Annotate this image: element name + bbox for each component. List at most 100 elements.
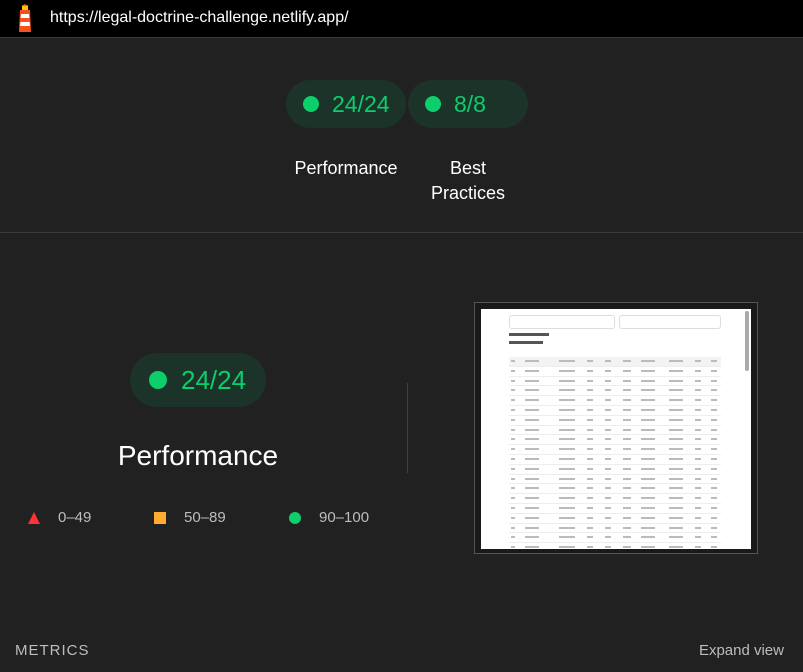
thumbnail-table-cell bbox=[669, 369, 683, 372]
thumbnail-table-row bbox=[509, 514, 721, 524]
thumbnail-table-cell bbox=[669, 506, 683, 509]
thumbnail-table-cell bbox=[669, 379, 683, 382]
thumbnail-table-cell bbox=[559, 536, 575, 539]
thumbnail-table-cell bbox=[623, 418, 631, 421]
thumbnail-table-cell bbox=[641, 360, 655, 362]
thumbnail-table-cell bbox=[623, 477, 631, 480]
thumbnail-table-cell bbox=[641, 487, 655, 490]
thumbnail-search-row bbox=[485, 315, 721, 329]
thumbnail-table-cell bbox=[605, 546, 611, 549]
expand-view-toggle[interactable]: Expand view bbox=[699, 642, 784, 659]
thumbnail-table-row bbox=[509, 377, 721, 387]
thumbnail-table-cell bbox=[669, 428, 683, 431]
thumbnail-table-cell bbox=[623, 457, 631, 460]
thumbnail-table-cell bbox=[587, 360, 593, 362]
thumbnail-table-cell bbox=[711, 428, 717, 431]
thumbnail-table-cell bbox=[669, 467, 683, 470]
thumbnail-table-cell bbox=[511, 546, 515, 549]
thumbnail-text-line bbox=[509, 341, 543, 344]
thumbnail-table-cell bbox=[711, 360, 717, 362]
thumbnail-table-cell bbox=[605, 408, 611, 411]
thumbnail-table-cell bbox=[623, 467, 631, 470]
thumbnail-table-cell bbox=[525, 360, 539, 362]
thumbnail-table-cell bbox=[641, 408, 655, 411]
thumbnail-table-cell bbox=[511, 399, 515, 402]
thumbnail-table-cell bbox=[605, 516, 611, 519]
vertical-divider bbox=[407, 383, 408, 473]
thumbnail-table-cell bbox=[641, 438, 655, 441]
thumbnail-table-cell bbox=[641, 428, 655, 431]
metrics-section-label: METRICS bbox=[15, 642, 90, 659]
thumbnail-table-cell bbox=[695, 506, 701, 509]
thumbnail-table-row bbox=[509, 504, 721, 514]
thumbnail-table-cell bbox=[559, 399, 575, 402]
thumbnail-table-cell bbox=[525, 408, 539, 411]
thumbnail-table-cell bbox=[559, 546, 575, 549]
thumbnail-table-cell bbox=[525, 379, 539, 382]
thumbnail-table-cell bbox=[641, 399, 655, 402]
thumbnail-table-cell bbox=[587, 497, 593, 500]
thumbnail-table-cell bbox=[587, 418, 593, 421]
thumbnail-table-cell bbox=[605, 428, 611, 431]
thumbnail-table-cell bbox=[641, 506, 655, 509]
performance-score-gauge[interactable]: 24/24 bbox=[286, 80, 406, 128]
thumbnail-table-cell bbox=[669, 448, 683, 451]
thumbnail-table-cell bbox=[623, 526, 631, 529]
thumbnail-table-row bbox=[509, 426, 721, 436]
thumbnail-table-cell bbox=[525, 399, 539, 402]
performance-gauge-label[interactable]: Performance bbox=[286, 156, 406, 181]
thumbnail-table-row bbox=[509, 416, 721, 426]
thumbnail-table-cell bbox=[511, 360, 515, 362]
section-divider bbox=[0, 232, 803, 233]
thumbnail-table-row bbox=[509, 367, 721, 377]
best-practices-score-gauge[interactable]: 8/8 bbox=[408, 80, 528, 128]
thumbnail-table-cell bbox=[641, 477, 655, 480]
thumbnail-table-cell bbox=[623, 428, 631, 431]
thumbnail-table-cell bbox=[641, 536, 655, 539]
thumbnail-table-cell bbox=[695, 536, 701, 539]
thumbnail-table-cell bbox=[623, 448, 631, 451]
thumbnail-table-cell bbox=[587, 457, 593, 460]
thumbnail-table-cell bbox=[525, 467, 539, 470]
best-practices-gauge-label[interactable]: Best Practices bbox=[408, 156, 528, 206]
thumbnail-table-row bbox=[509, 435, 721, 446]
thumbnail-table-cell bbox=[641, 369, 655, 372]
thumbnail-table-cell bbox=[711, 526, 717, 529]
thumbnail-table-cell bbox=[525, 448, 539, 451]
thumbnail-table-cell bbox=[711, 506, 717, 509]
thumbnail-table-cell bbox=[587, 536, 593, 539]
thumbnail-table-cell bbox=[511, 438, 515, 441]
thumbnail-table-cell bbox=[525, 438, 539, 441]
legend-average: 50–89 bbox=[154, 509, 226, 526]
page-url[interactable]: https://legal-doctrine-challenge.netlify… bbox=[50, 9, 349, 27]
thumbnail-table-cell bbox=[605, 457, 611, 460]
thumbnail-table-cell bbox=[605, 389, 611, 392]
thumbnail-table-cell bbox=[711, 438, 717, 441]
thumbnail-table-cell bbox=[641, 457, 655, 460]
thumbnail-table-cell bbox=[587, 546, 593, 549]
thumbnail-table-cell bbox=[511, 477, 515, 480]
legend-average-range: 50–89 bbox=[184, 509, 226, 526]
thumbnail-table-cell bbox=[511, 526, 515, 529]
thumbnail-table-cell bbox=[669, 487, 683, 490]
thumbnail-table-cell bbox=[511, 506, 515, 509]
thumbnail-table-cell bbox=[695, 379, 701, 382]
thumbnail-table-cell bbox=[525, 428, 539, 431]
thumbnail-table-cell bbox=[695, 399, 701, 402]
thumbnail-table-cell bbox=[695, 448, 701, 451]
thumbnail-table-cell bbox=[587, 467, 593, 470]
thumbnail-table-cell bbox=[711, 516, 717, 519]
thumbnail-table-cell bbox=[695, 526, 701, 529]
thumbnail-table-cell bbox=[711, 497, 717, 500]
performance-score: 24/24 bbox=[332, 90, 390, 117]
thumbnail-search-box bbox=[509, 315, 615, 329]
final-screenshot-thumbnail[interactable] bbox=[474, 302, 758, 554]
thumbnail-table-cell bbox=[669, 526, 683, 529]
thumbnail-table-cell bbox=[641, 467, 655, 470]
thumbnail-table-cell bbox=[587, 516, 593, 519]
thumbnail-table-cell bbox=[511, 369, 515, 372]
page-screenshot-image bbox=[481, 309, 751, 549]
thumbnail-table-cell bbox=[511, 408, 515, 411]
thumbnail-table-cell bbox=[511, 428, 515, 431]
thumbnail-table-cell bbox=[525, 418, 539, 421]
